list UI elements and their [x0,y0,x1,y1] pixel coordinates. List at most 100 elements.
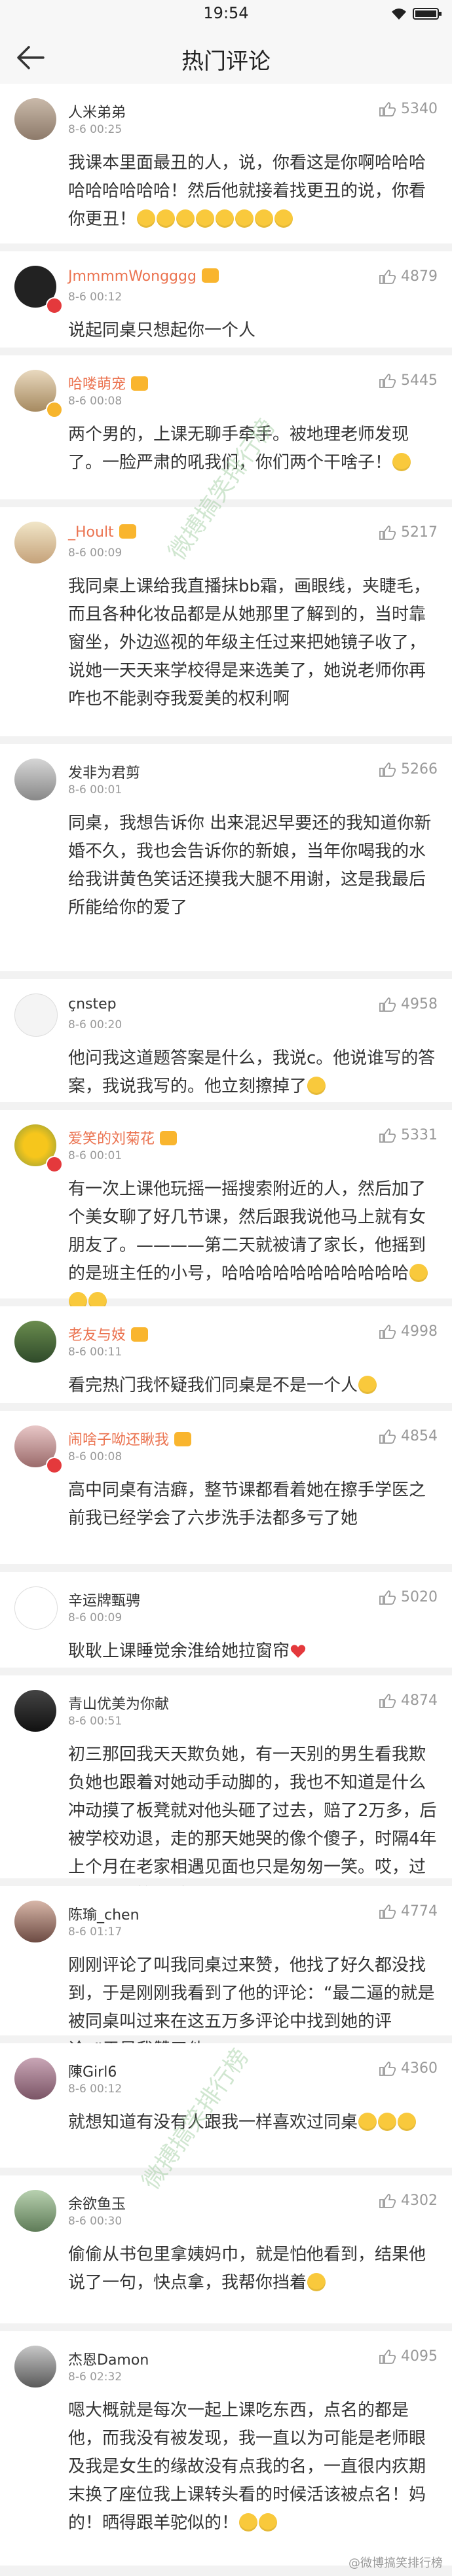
like-count: 4998 [401,1323,438,1340]
emoji-icon [378,2113,397,2131]
like-count: 4958 [401,996,438,1012]
comment-time: 8-6 00:12 [68,291,122,304]
comment-text-body: 他问我这道题答案是什么，我说c。他说谁写的答案，我说我写的。他立刻擦掉了 [68,1048,436,1096]
like-button[interactable]: 4095 [379,2348,438,2365]
comment-author-label: 闹啥子呦还瞅我 [68,1432,170,1448]
comment-item[interactable]: 发非为君剪 8-6 00:01 5266 同桌，我想告诉你 出来混迟早要还的我知… [0,744,452,979]
comment-author[interactable]: 哈喽萌宠 [68,372,149,393]
like-count: 5445 [401,372,438,389]
footer-watermark: @微博搞笑排行榜 [348,2556,443,2570]
emoji-icon [239,2513,258,2531]
like-button[interactable]: 4774 [379,1903,438,1920]
like-button[interactable]: 5020 [379,1589,438,1605]
comment-item[interactable]: _Hoult 8-6 00:09 5217 我同桌上课给我直播抹bb霜，画眼线，… [0,507,452,744]
like-button[interactable]: 4854 [379,1428,438,1444]
emoji-icon [307,1077,326,1095]
avatar[interactable] [14,993,58,1037]
like-button[interactable]: 5445 [379,372,438,389]
member-badge-icon [119,524,136,539]
comment-time: 8-6 00:25 [68,123,122,136]
comment-author-label: 哈喽萌宠 [68,376,126,393]
comment-author[interactable]: _Hoult [68,524,136,541]
avatar[interactable] [14,1586,58,1630]
like-button[interactable]: 4879 [379,268,438,285]
comment-time: 8-6 00:01 [68,783,122,796]
like-button[interactable]: 4998 [379,1323,438,1340]
comment-author-label: JmmmmWongggg [68,268,197,285]
comment-item[interactable]: 陈瑜_chen 8-6 01:17 4774 刚刚评论了叫我同桌过来赞，他找了好… [0,1886,452,2060]
like-button[interactable]: 4302 [379,2192,438,2209]
avatar[interactable] [14,759,56,800]
avatar[interactable] [14,98,56,140]
comment-item[interactable]: 爱笑的刘菊花 8-6 00:01 5331 有一次上课他玩摇一摇搜索附近的人，然… [0,1110,452,1310]
avatar[interactable] [14,2190,56,2232]
comment-author[interactable]: 陈瑜_chen [68,1903,140,1924]
thumbs-up-icon [379,373,396,388]
comment-item[interactable]: 辛运牌甄骋 8-6 00:09 5020 耿耿上课睡觉余淮给她拉窗帘 [0,1572,452,1675]
thumbs-up-icon [379,1590,396,1605]
verified-badge-icon [46,1156,63,1173]
nav-bar: 热门评论 [0,30,452,84]
comment-item[interactable]: 人米弟弟 8-6 00:25 5340 我课本里面最丑的人，说，你看这是你啊哈哈… [0,84,452,251]
comment-text: 偷偷从书包里拿姨妈巾，就是怕他看到，结果他说了一句，快点拿，我帮你挡着 [68,2241,438,2297]
like-button[interactable]: 5331 [379,1127,438,1143]
comment-author[interactable]: 闹啥子呦还瞅我 [68,1428,192,1449]
comment-author[interactable]: 青山优美为你献 [68,1692,169,1713]
like-button[interactable]: 4874 [379,1692,438,1709]
like-count: 4879 [401,268,438,285]
comment-item[interactable]: JmmmmWongggg 8-6 00:12 4879 说起同桌只想起你一个人 [0,251,452,355]
comment-author[interactable]: JmmmmWongggg [68,268,219,285]
like-button[interactable]: 5340 [379,101,438,117]
comment-author[interactable]: 陳Girl6 [68,2060,117,2081]
comment-author[interactable]: 余欲鱼玉 [68,2192,126,2213]
thumbs-up-icon [379,997,396,1012]
avatar[interactable] [14,1901,56,1942]
like-button[interactable]: 4958 [379,996,438,1012]
comment-item[interactable]: 青山优美为你献 8-6 00:51 4874 初三那回我天天欺负她，有一天别的男… [0,1675,452,1905]
comment-item[interactable]: 陳Girl6 8-6 00:12 4360 就想知道有没有人跟我一样喜欢过同桌 [0,2043,452,2175]
comment-author[interactable]: 辛运牌甄骋 [68,1589,140,1610]
member-badge-icon [131,1327,149,1342]
comment-author[interactable]: 杰恩Damon [68,2348,149,2369]
comment-item[interactable]: çnstep 8-6 00:20 4958 他问我这道题答案是什么，我说c。他说… [0,979,452,1110]
thumbs-up-icon [379,1429,396,1444]
comment-text-body: 偷偷从书包里拿姨妈巾，就是怕他看到，结果他说了一句，快点拿，我帮你挡着 [68,2245,426,2293]
comment-author[interactable]: 老友与妓 [68,1323,149,1344]
like-count: 4874 [401,1692,438,1709]
comment-text-body: 有一次上课他玩摇一摇搜索附近的人，然后加了个美女聊了好几节课，然后跟我说他马上就… [68,1179,426,1283]
comment-time: 8-6 00:01 [68,1149,122,1162]
verified-badge-icon [46,401,63,418]
like-button[interactable]: 5266 [379,761,438,778]
comment-item[interactable]: 闹啥子呦还瞅我 8-6 00:08 4854 高中同桌有洁癖，整节课都看着她在擦… [0,1411,452,1572]
avatar[interactable] [14,1321,56,1363]
page-title: 热门评论 [181,48,271,75]
comment-text: 就想知道有没有人跟我一样喜欢过同桌 [68,2109,438,2137]
comment-item[interactable]: 哈喽萌宠 8-6 00:08 5445 两个男的，上课无聊手牵手。被地理老师发现… [0,355,452,507]
avatar[interactable] [14,522,56,564]
comment-author[interactable]: 人米弟弟 [68,101,126,122]
like-count: 4302 [401,2192,438,2209]
comment-author[interactable]: çnstep [68,996,117,1012]
verified-badge-icon [46,1457,63,1474]
like-button[interactable]: 4360 [379,2060,438,2077]
wifi-icon [392,9,406,20]
emoji-icon [157,209,176,228]
comment-text: 高中同桌有洁癖，整节课都看着她在擦手学医之前我已经学会了六步洗手法都多亏了她 [68,1480,426,1528]
comment-item[interactable]: 老友与妓 8-6 00:11 4998 看完热门我怀疑我们同桌是不是一个人 [0,1306,452,1411]
comment-time: 8-6 00:08 [68,395,122,408]
comment-item[interactable]: 杰恩Damon 8-6 02:32 4095 嗯大概就是每次一起上课吃东西，点名… [0,2331,452,2573]
comment-author[interactable]: 爱笑的刘菊花 [68,1127,178,1148]
avatar[interactable] [14,1690,56,1732]
like-count: 5020 [401,1589,438,1605]
member-badge-icon [160,1131,178,1145]
like-button[interactable]: 5217 [379,524,438,541]
comment-author[interactable]: 发非为君剪 [68,761,140,782]
comment-text-body: 看完热门我怀疑我们同桌是不是一个人 [68,1376,358,1395]
avatar[interactable] [14,2346,56,2388]
like-count: 4854 [401,1428,438,1444]
member-badge-icon [201,268,219,283]
comment-item[interactable]: 余欲鱼玉 8-6 00:30 4302 偷偷从书包里拿姨妈巾，就是怕他看到，结果… [0,2175,452,2331]
battery-icon [413,8,442,20]
avatar[interactable] [14,2058,56,2100]
comment-text: 我同桌上课给我直播抹bb霜，画眼线，夹睫毛，而且各种化妆品都是从她那里了解到的，… [68,577,431,709]
